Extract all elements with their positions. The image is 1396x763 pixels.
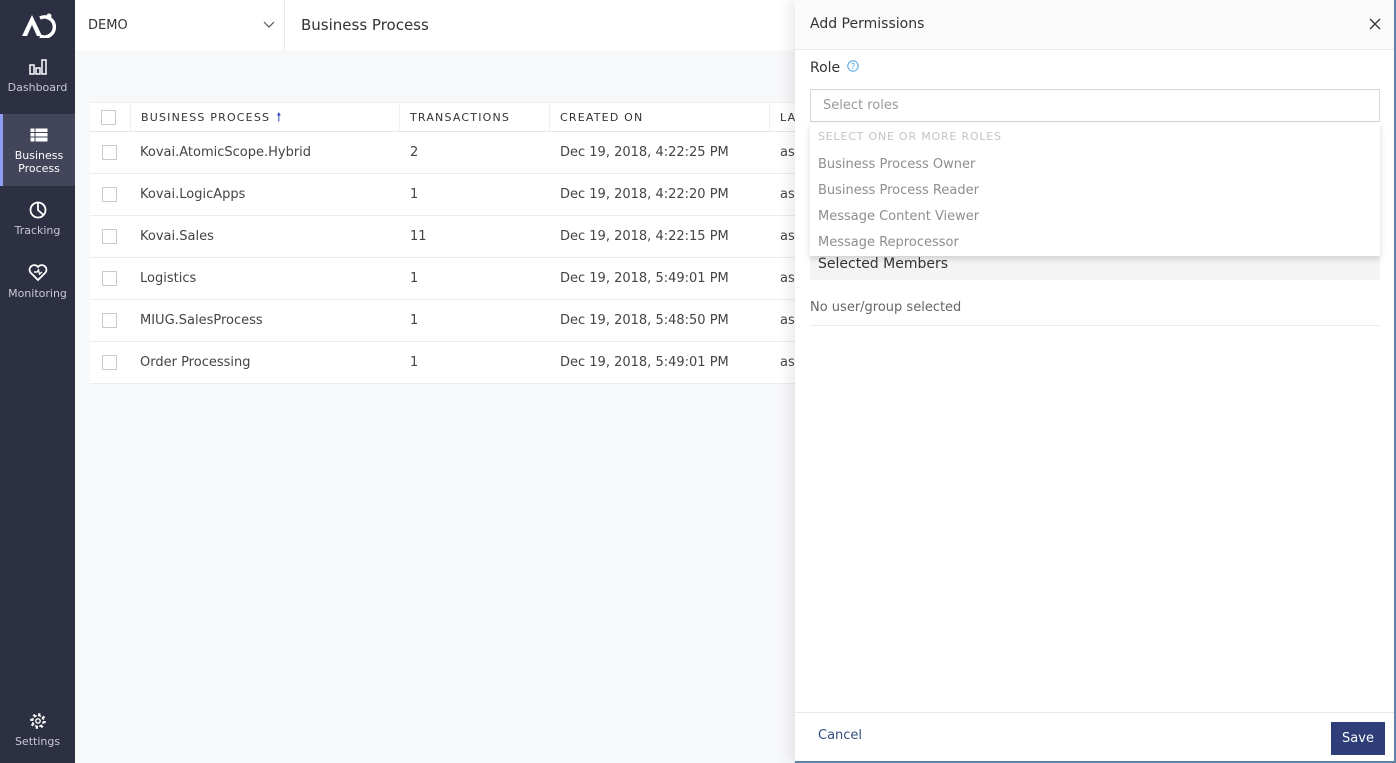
sidebar-item-label: Tracking [14, 224, 61, 237]
role-option-message-reprocessor[interactable]: Message Reprocessor [818, 235, 959, 250]
row-checkbox[interactable] [102, 187, 117, 202]
panel-footer: Cancel Save [795, 712, 1394, 761]
roles-dropdown: SELECT ONE OR MORE ROLES Business Proces… [810, 123, 1380, 256]
svg-text:?: ? [851, 62, 855, 71]
transactions-count: 2 [410, 145, 419, 160]
transactions-count: 1 [410, 313, 419, 328]
sort-ascending-icon: 🠕 [276, 110, 283, 124]
table-header: BUSINESS PROCESS 🠕 TRANSACTIONS CREATED O… [90, 102, 810, 132]
dropdown-header: SELECT ONE OR MORE ROLES [818, 130, 1002, 143]
last-column-value: as [780, 187, 795, 202]
role-option-message-content-viewer[interactable]: Message Content Viewer [818, 209, 979, 224]
created-on-date: Dec 19, 2018, 4:22:15 PM [560, 229, 729, 244]
column-header-business-process[interactable]: BUSINESS PROCESS 🠕 [130, 103, 400, 132]
app-logo[interactable] [0, 8, 75, 42]
created-on-date: Dec 19, 2018, 4:22:20 PM [560, 187, 729, 202]
role-label: Role ? [810, 60, 859, 76]
business-process-name[interactable]: MIUG.SalesProcess [140, 300, 263, 342]
select-all-checkbox[interactable] [101, 110, 116, 125]
environment-value: DEMO [88, 17, 128, 33]
sidebar-item-label: Settings [14, 735, 61, 748]
panel-header: Add Permissions [795, 0, 1394, 50]
sidebar-item-label: Dashboard [7, 81, 68, 94]
table-row[interactable]: Kovai.AtomicScope.Hybrid 2 Dec 19, 2018, 4… [90, 132, 810, 174]
last-column-value: as [780, 229, 795, 244]
bar-chart-icon [28, 56, 47, 78]
role-option-business-process-reader[interactable]: Business Process Reader [818, 183, 979, 198]
table-list-icon [30, 124, 48, 146]
last-column-value: as [780, 355, 795, 370]
business-process-table: BUSINESS PROCESS 🠕 TRANSACTIONS CREATED O… [90, 102, 810, 384]
transactions-count: 1 [410, 187, 419, 202]
row-checkbox[interactable] [102, 145, 117, 160]
close-icon [1369, 18, 1381, 30]
logo-icon [21, 13, 56, 38]
sidebar: Dashboard Business Process Tracking Moni… [0, 0, 75, 763]
sidebar-item-tracking[interactable]: Tracking [0, 199, 75, 249]
row-checkbox[interactable] [102, 313, 117, 328]
business-process-name[interactable]: Kovai.LogicApps [140, 174, 245, 216]
row-checkbox[interactable] [102, 271, 117, 286]
sidebar-item-business-process[interactable]: Business Process [0, 114, 75, 186]
table-row[interactable]: MIUG.SalesProcess 1 Dec 19, 2018, 5:48:50 … [90, 300, 810, 342]
sidebar-item-settings[interactable]: Settings [0, 710, 75, 756]
table-row[interactable]: Logistics 1 Dec 19, 2018, 5:49:01 PM as [90, 258, 810, 300]
sidebar-item-monitoring[interactable]: Monitoring [0, 262, 75, 312]
column-header-transactions[interactable]: TRANSACTIONS [399, 103, 549, 132]
heart-pulse-icon [28, 262, 48, 284]
row-checkbox[interactable] [102, 229, 117, 244]
business-process-name[interactable]: Kovai.Sales [140, 216, 214, 258]
business-process-name[interactable]: Logistics [140, 258, 196, 300]
business-process-name[interactable]: Kovai.AtomicScope.Hybrid [140, 132, 311, 174]
last-column-value: as [780, 271, 795, 286]
page-title: Business Process [301, 16, 429, 34]
pie-chart-icon [29, 199, 47, 221]
role-select-input[interactable]: Select roles [810, 89, 1380, 122]
role-option-business-process-owner[interactable]: Business Process Owner [818, 157, 975, 172]
transactions-count: 1 [410, 355, 419, 370]
panel-title: Add Permissions [810, 16, 925, 32]
last-column-value: as [780, 145, 795, 160]
last-column-value: as [780, 313, 795, 328]
table-row[interactable]: Order Processing 1 Dec 19, 2018, 5:49:01 P… [90, 342, 810, 384]
table-row[interactable]: Kovai.LogicApps 1 Dec 19, 2018, 4:22:20 PM… [90, 174, 810, 216]
empty-selection-message: No user/group selected [810, 292, 1380, 326]
add-permissions-panel: Add Permissions Role ? Select roles Sele… [795, 0, 1396, 763]
created-on-date: Dec 19, 2018, 5:49:01 PM [560, 271, 729, 286]
gear-icon [29, 710, 47, 732]
created-on-date: Dec 19, 2018, 4:22:25 PM [560, 145, 729, 160]
help-icon[interactable]: ? [847, 60, 859, 76]
cancel-button[interactable]: Cancel [818, 728, 862, 743]
transactions-count: 1 [410, 271, 419, 286]
created-on-date: Dec 19, 2018, 5:48:50 PM [560, 313, 729, 328]
row-checkbox[interactable] [102, 355, 117, 370]
business-process-name[interactable]: Order Processing [140, 342, 251, 384]
close-button[interactable] [1368, 16, 1382, 30]
environment-select[interactable]: DEMO [75, 0, 285, 50]
sidebar-item-dashboard[interactable]: Dashboard [0, 56, 75, 108]
table-row[interactable]: Kovai.Sales 11 Dec 19, 2018, 4:22:15 PM as [90, 216, 810, 258]
sidebar-item-label: Business Process [14, 149, 64, 175]
chevron-down-icon [262, 17, 276, 35]
column-header-created-on[interactable]: CREATED ON [549, 103, 769, 132]
sidebar-item-label: Monitoring [8, 287, 67, 300]
transactions-count: 11 [410, 229, 427, 244]
created-on-date: Dec 19, 2018, 5:49:01 PM [560, 355, 729, 370]
save-button[interactable]: Save [1331, 722, 1385, 755]
